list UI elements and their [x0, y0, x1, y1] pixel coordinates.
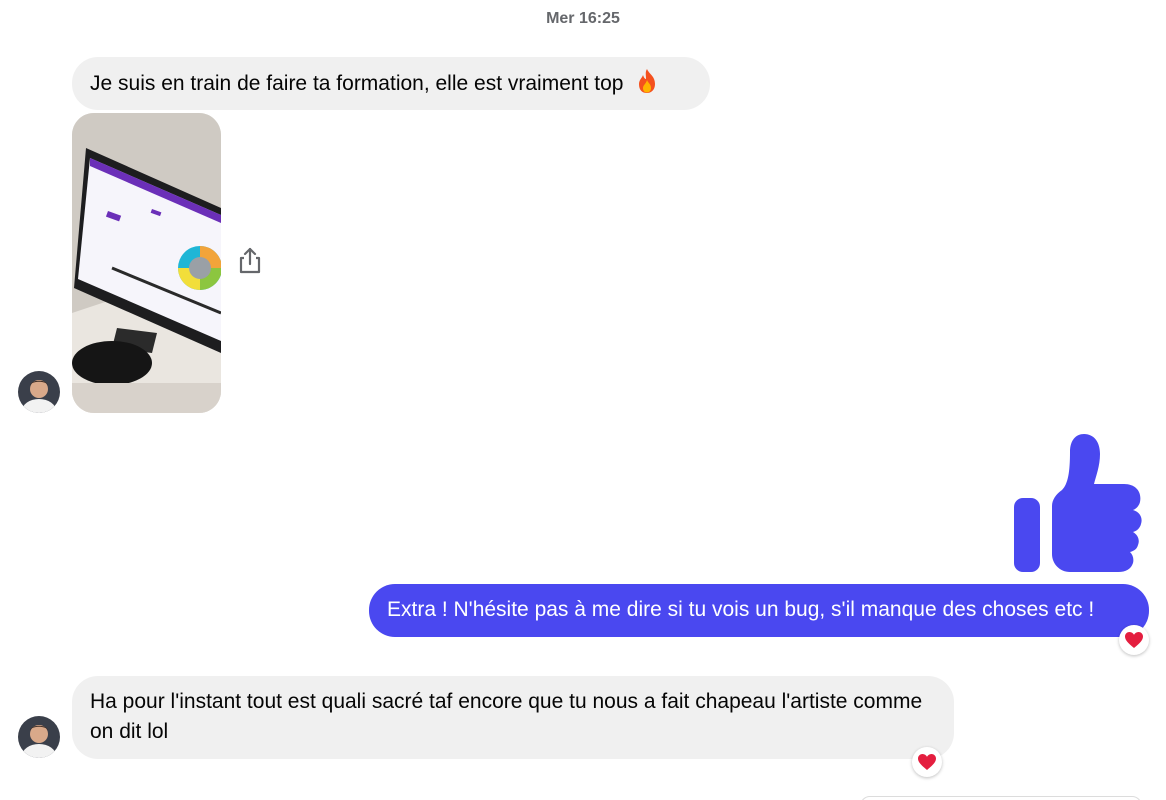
message-text: Ha pour l'instant tout est quali sacré t… — [90, 690, 923, 743]
shared-photo[interactable] — [72, 113, 221, 413]
chat-thread: Mer 16:25 Je suis en train de faire ta f… — [0, 0, 1166, 800]
avatar[interactable] — [18, 371, 60, 413]
next-message-edge — [860, 796, 1142, 800]
heart-reaction-icon[interactable] — [912, 747, 942, 777]
share-icon[interactable] — [236, 246, 264, 276]
fire-emoji — [635, 68, 659, 103]
message-text: Je suis en train de faire ta formation, … — [90, 72, 624, 95]
outgoing-message-bubble[interactable]: Extra ! N'hésite pas à me dire si tu voi… — [369, 584, 1149, 637]
thumbs-up-icon[interactable] — [1012, 432, 1148, 574]
shared-photo-image — [72, 113, 221, 413]
message-timestamp: Mer 16:25 — [546, 10, 620, 27]
incoming-message-bubble[interactable]: Je suis en train de faire ta formation, … — [72, 57, 710, 110]
avatar[interactable] — [18, 716, 60, 758]
incoming-message-bubble[interactable]: Ha pour l'instant tout est quali sacré t… — [72, 676, 954, 759]
heart-reaction-icon[interactable] — [1119, 625, 1149, 655]
message-text: Extra ! N'hésite pas à me dire si tu voi… — [387, 598, 1095, 621]
